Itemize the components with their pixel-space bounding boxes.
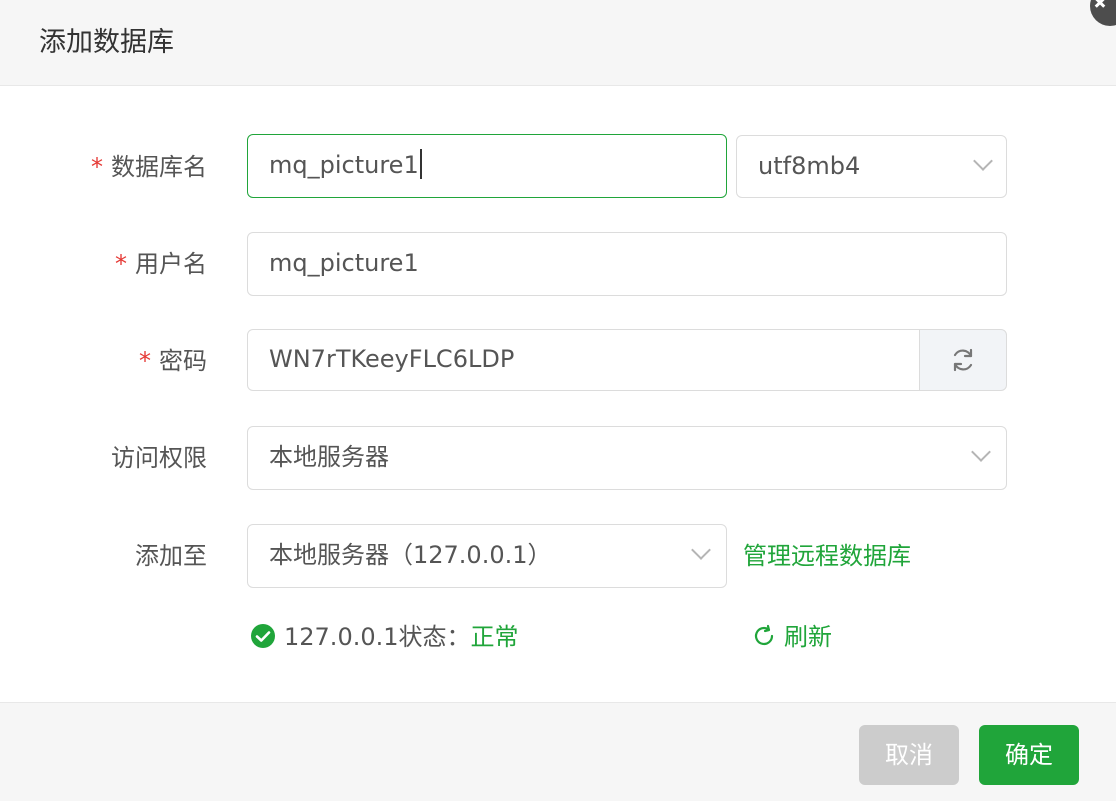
charset-value: utf8mb4 — [758, 152, 861, 180]
db-name-value-text: mq_picture1 — [269, 151, 419, 179]
password-label: * 密码 — [139, 344, 207, 378]
add-database-dialog: 添加数据库 * 数据库名 mq_picture1 utf8mb4 * 用户名 mq_… — [0, 0, 1116, 801]
access-select[interactable]: 本地服务器 — [247, 426, 1007, 490]
manage-remote-db-link[interactable]: 管理远程数据库 — [743, 539, 911, 573]
chevron-down-icon — [971, 442, 991, 462]
username-label: * 用户名 — [115, 247, 207, 281]
dialog-footer: 取消 确定 — [0, 702, 1116, 801]
password-input[interactable]: WN7rTKeeyFLC6LDP — [247, 329, 921, 391]
add-to-select[interactable]: 本地服务器（127.0.0.1） — [247, 524, 727, 588]
add-to-value: 本地服务器（127.0.0.1） — [269, 541, 552, 569]
username-label-text: 用户名 — [135, 250, 207, 278]
cancel-button[interactable]: 取消 — [859, 725, 959, 785]
add-to-label: 添加至 — [135, 542, 207, 570]
db-name-label-text: 数据库名 — [111, 153, 207, 181]
refresh-label: 刷新 — [784, 623, 832, 651]
access-value: 本地服务器 — [269, 443, 389, 471]
required-mark: * — [91, 153, 103, 181]
confirm-button[interactable]: 确定 — [979, 725, 1079, 785]
db-name-label: * 数据库名 — [91, 150, 207, 184]
required-mark: * — [139, 347, 151, 375]
dialog-header: 添加数据库 — [0, 0, 1116, 86]
refresh-status-link[interactable]: 刷新 — [752, 620, 832, 654]
password-label-text: 密码 — [159, 347, 207, 375]
dialog-title: 添加数据库 — [39, 27, 174, 58]
status-state: 正常 — [470, 623, 519, 651]
text-caret — [419, 149, 422, 179]
charset-select[interactable]: utf8mb4 — [736, 135, 1007, 198]
chevron-down-icon — [691, 540, 711, 560]
chevron-down-icon — [973, 151, 993, 171]
db-name-value: mq_picture1 — [269, 135, 422, 195]
access-label: 访问权限 — [111, 444, 207, 472]
server-status: 127.0.0.1状态：正常 — [250, 620, 519, 654]
username-value: mq_picture1 — [269, 249, 419, 277]
check-circle-icon — [251, 624, 275, 648]
username-input[interactable]: mq_picture1 — [247, 232, 1007, 296]
db-name-input[interactable]: mq_picture1 — [247, 134, 727, 198]
status-host-text: 127.0.0.1状态： — [284, 623, 471, 651]
close-icon[interactable] — [1090, 0, 1116, 26]
refresh-icon — [754, 624, 774, 646]
refresh-icon — [953, 348, 973, 372]
required-mark: * — [115, 250, 127, 278]
generate-password-button[interactable] — [919, 329, 1007, 391]
password-value: WN7rTKeeyFLC6LDP — [269, 345, 515, 373]
